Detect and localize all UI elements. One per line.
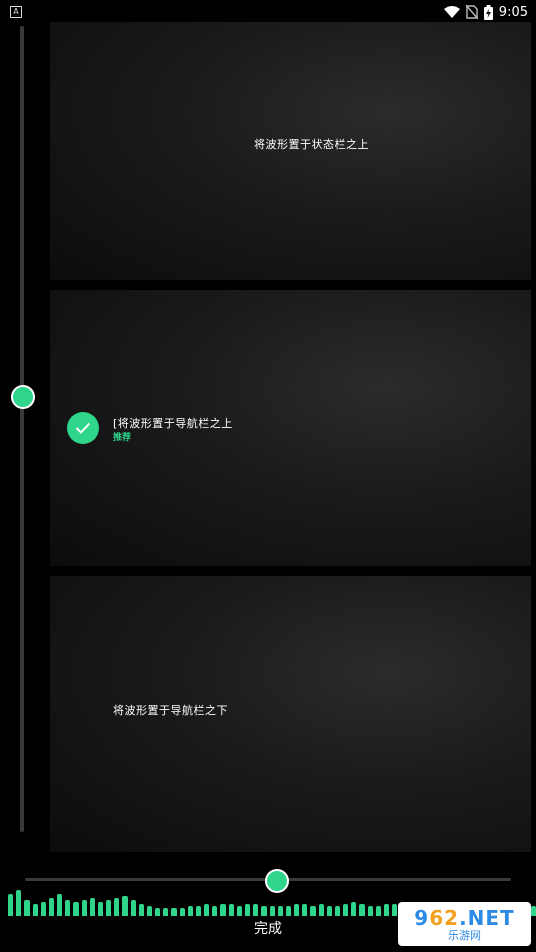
waveform-bar <box>171 908 177 916</box>
waveform-bar <box>334 906 341 916</box>
waveform-bar <box>81 900 87 916</box>
waveform-bar <box>32 904 38 916</box>
waveform-bar <box>65 900 71 916</box>
no-sim-icon <box>465 5 478 19</box>
waveform-bar <box>130 900 136 916</box>
waveform-bar <box>359 904 365 916</box>
battery-charging-icon <box>483 4 493 20</box>
waveform-bar <box>179 908 185 916</box>
waveform-bar <box>195 906 202 916</box>
waveform-bar <box>285 906 292 916</box>
waveform-bar <box>97 902 104 916</box>
waveform-bar <box>212 906 218 916</box>
notification-icon: A <box>10 6 22 18</box>
waveform-bar <box>155 908 161 916</box>
waveform-bar <box>244 904 251 916</box>
waveform-bar <box>351 902 357 916</box>
waveform-bar <box>253 904 259 916</box>
waveform-bar <box>375 906 381 916</box>
waveform-bar <box>48 898 55 916</box>
option-label: [将波形置于导航栏之上 <box>113 417 233 430</box>
waveform-bar <box>302 904 308 916</box>
option-label: 将波形置于状态栏之上 <box>254 138 369 151</box>
waveform-bar <box>57 894 63 916</box>
waveform-bar <box>294 904 300 916</box>
waveform-bar <box>392 904 398 916</box>
waveform-bar <box>228 904 234 916</box>
waveform-bar <box>310 906 316 916</box>
watermark-logo: 962.NET 乐游网 <box>398 902 531 946</box>
waveform-bar <box>236 906 242 916</box>
waveform-bar <box>138 904 144 916</box>
waveform-bar <box>220 904 226 916</box>
clock: 9:05 <box>498 4 528 20</box>
waveform-bar <box>326 906 332 916</box>
waveform-bar <box>261 906 267 916</box>
waveform-bar <box>89 898 95 916</box>
waveform-bar <box>73 902 79 916</box>
wifi-icon <box>443 6 460 18</box>
vertical-slider-track[interactable] <box>20 26 24 832</box>
waveform-bar <box>269 906 275 916</box>
waveform-bar <box>318 904 324 916</box>
waveform-bar <box>187 906 193 916</box>
waveform-bar <box>24 900 30 916</box>
waveform-bar <box>343 904 349 916</box>
waveform-bar <box>367 906 373 916</box>
waveform-bar <box>16 890 22 916</box>
waveform-bar <box>8 894 14 916</box>
waveform-bar <box>277 906 283 916</box>
status-right: 9:05 <box>443 4 528 20</box>
waveform-bar <box>40 902 46 916</box>
waveform-bar <box>163 908 169 916</box>
option-above-nav-bar[interactable]: [将波形置于导航栏之上 推荐 <box>50 290 531 566</box>
option-label: 将波形置于导航栏之下 <box>113 704 228 717</box>
status-bar: A 9:05 <box>0 0 536 24</box>
option-below-nav-bar[interactable]: 将波形置于导航栏之下 <box>50 576 531 852</box>
check-icon <box>67 412 99 444</box>
waveform-bar <box>146 906 153 916</box>
option-above-status-bar[interactable]: 将波形置于状态栏之上 <box>50 22 531 280</box>
waveform-bar <box>114 898 120 916</box>
waveform-bar <box>106 900 112 916</box>
recommended-badge: 推荐 <box>113 433 132 443</box>
waveform-bar <box>531 906 536 916</box>
vertical-slider-thumb[interactable] <box>11 385 35 409</box>
waveform-bar <box>122 896 128 916</box>
waveform-bar <box>383 904 390 916</box>
waveform-bar <box>204 904 210 916</box>
